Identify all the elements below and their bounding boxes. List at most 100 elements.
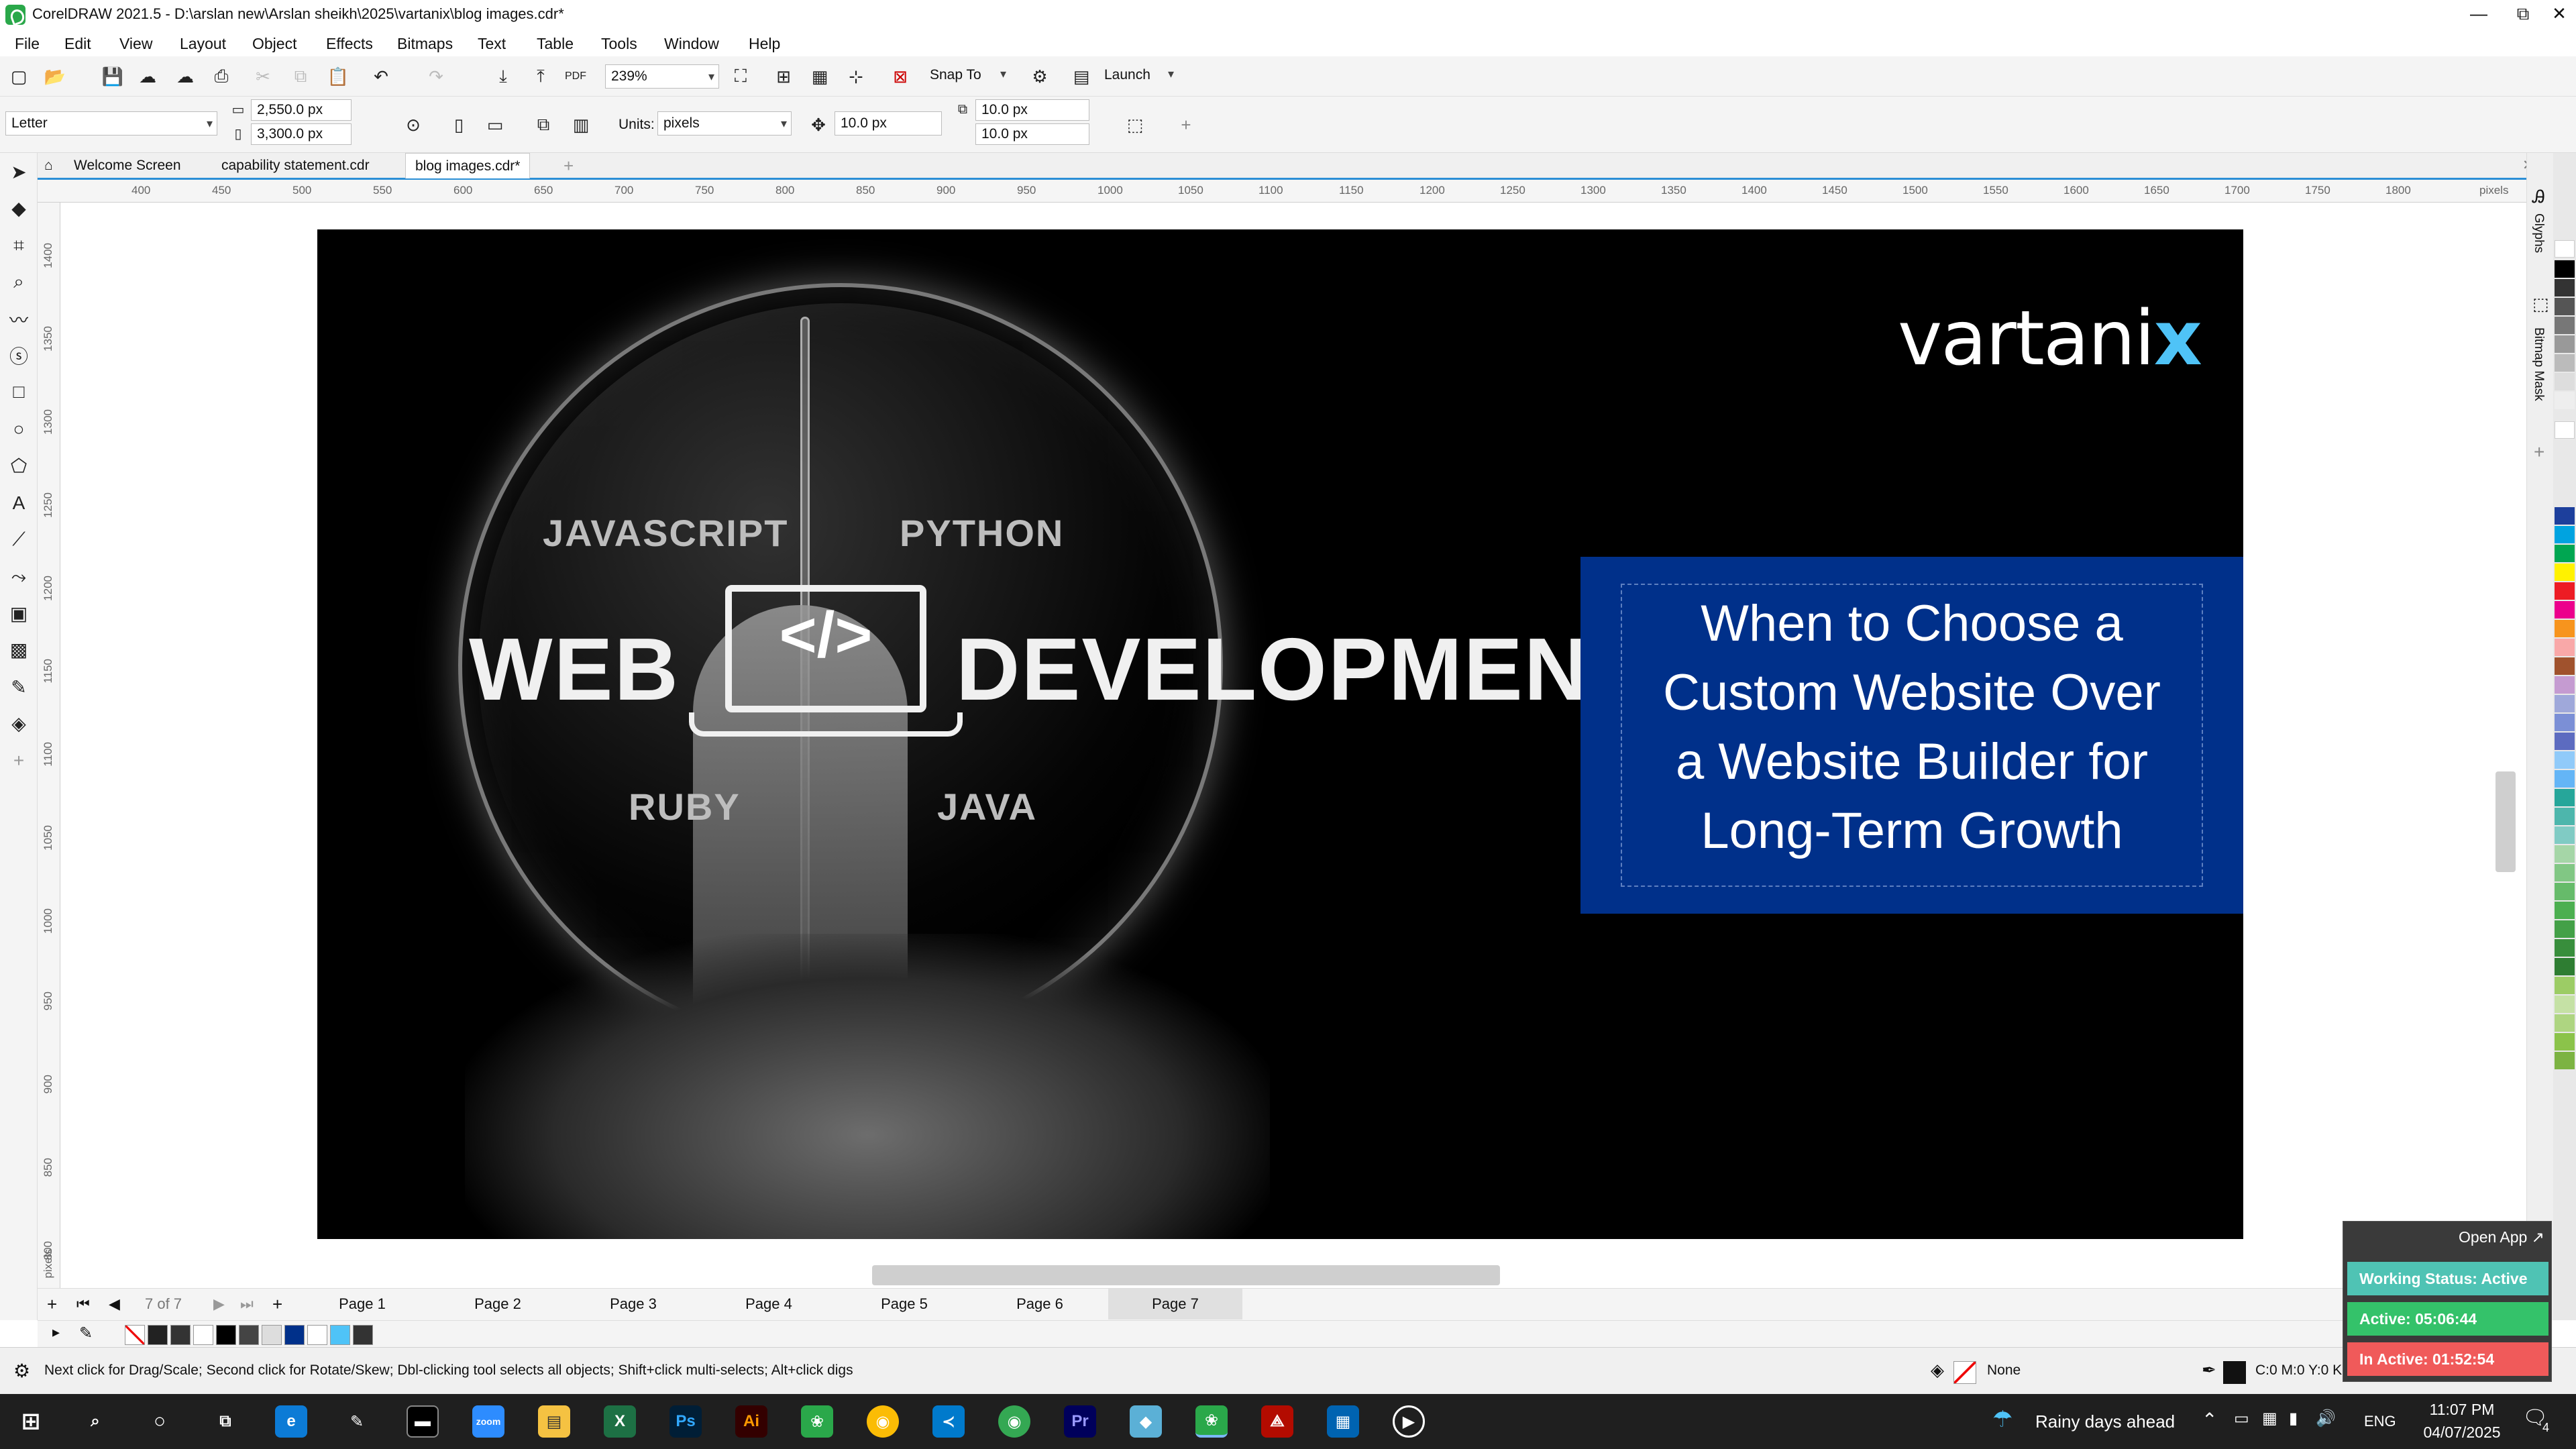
network-icon[interactable]: ▦ — [2262, 1409, 2277, 1428]
swatch[interactable] — [2555, 996, 2575, 1013]
page-tab-2[interactable]: Page 2 — [431, 1289, 565, 1320]
swatch[interactable] — [2555, 977, 2575, 994]
fill-swatch[interactable] — [1953, 1361, 1976, 1384]
next-page-icon[interactable]: ▶ — [213, 1295, 225, 1313]
tab-capability-statement[interactable]: capability statement.cdr — [212, 153, 379, 178]
blog-image-artboard[interactable]: JAVASCRIPT PYTHON WEB DEVELOPMENT RUBY J… — [317, 229, 2243, 1239]
swatch[interactable] — [2555, 1014, 2575, 1032]
portrait-icon[interactable]: ▯ — [445, 111, 472, 138]
drawing-canvas[interactable]: JAVASCRIPT PYTHON WEB DEVELOPMENT RUBY J… — [60, 203, 2526, 1289]
snap-to-dropdown[interactable]: Snap To — [930, 67, 1010, 83]
add-page-after-icon[interactable]: + — [272, 1294, 282, 1315]
terminal-icon[interactable]: ▬ — [407, 1405, 439, 1438]
excel-icon[interactable]: X — [604, 1405, 636, 1438]
page-tab-5[interactable]: Page 5 — [837, 1289, 971, 1320]
chrome-profile-icon[interactable]: ◉ — [998, 1405, 1030, 1438]
swatch[interactable] — [2555, 864, 2575, 881]
swatch[interactable] — [330, 1325, 350, 1345]
clock-time[interactable]: 11:07 PM — [2422, 1401, 2502, 1419]
headline-box[interactable]: When to Choose a Custom Website Over a W… — [1580, 557, 2243, 914]
cloud-open-icon[interactable]: ☁ — [134, 63, 161, 90]
transparency-tool-icon[interactable]: ▩ — [5, 636, 32, 663]
add-docker-icon[interactable]: + — [2534, 441, 2544, 463]
swatch[interactable] — [2555, 826, 2575, 844]
swatch[interactable] — [2555, 354, 2575, 372]
cortana-icon[interactable]: ○ — [144, 1405, 176, 1438]
freehand-tool-icon[interactable]: 〰 — [5, 306, 32, 333]
swatch[interactable] — [193, 1325, 213, 1345]
swatch[interactable] — [2555, 317, 2575, 334]
pick-tool-icon[interactable]: ➤ — [5, 158, 32, 185]
swatch-white[interactable] — [2555, 421, 2575, 439]
menu-object[interactable]: Object — [252, 31, 297, 57]
menu-text[interactable]: Text — [478, 31, 506, 57]
open-app-button[interactable]: Open App ↗ — [2459, 1228, 2544, 1246]
acrobat-icon[interactable]: ⟁ — [1261, 1405, 1293, 1438]
text-tool-icon[interactable]: A — [5, 490, 32, 517]
app-diamond-icon[interactable]: ◆ — [1130, 1405, 1162, 1438]
eyedropper-icon[interactable]: ✎ — [5, 674, 32, 700]
show-grid-icon[interactable]: ▦ — [806, 63, 833, 90]
swatch[interactable] — [2555, 695, 2575, 712]
outline-pen-icon[interactable]: ✒ — [2202, 1360, 2216, 1381]
weather-umbrella-icon[interactable]: ☂ — [1992, 1406, 2012, 1433]
premiere-icon[interactable]: Pr — [1064, 1405, 1096, 1438]
swatch[interactable] — [2555, 714, 2575, 731]
menu-layout[interactable]: Layout — [180, 31, 226, 57]
drop-shadow-icon[interactable]: ▣ — [5, 600, 32, 627]
menu-help[interactable]: Help — [749, 31, 780, 57]
file-explorer-icon[interactable]: ▤ — [538, 1405, 570, 1438]
swatch[interactable] — [170, 1325, 191, 1345]
options-gear-icon[interactable]: ⚙ — [1026, 63, 1053, 90]
windows-start-icon[interactable]: ⊞ — [15, 1405, 47, 1438]
swatch[interactable] — [2555, 770, 2575, 788]
swatch[interactable] — [2555, 564, 2575, 581]
units-dropdown[interactable]: pixels — [657, 111, 792, 136]
shape-tool-icon[interactable]: ◆ — [5, 195, 32, 221]
swatch[interactable] — [2555, 526, 2575, 543]
horizontal-ruler[interactable]: 400 450 500 550 600 650 700 750 800 850 900 950 1000… — [38, 180, 2526, 203]
zoom-level-field[interactable]: 239% — [605, 64, 719, 89]
swatch[interactable] — [2555, 545, 2575, 562]
swatch[interactable] — [216, 1325, 236, 1345]
vscode-icon[interactable]: ≺ — [932, 1405, 965, 1438]
swatch[interactable] — [262, 1325, 282, 1345]
import-icon[interactable]: ⤓ — [490, 63, 517, 90]
undo-icon[interactable]: ↶ — [368, 63, 394, 90]
swatch[interactable] — [2555, 1052, 2575, 1069]
swatch[interactable] — [307, 1325, 327, 1345]
launch-app-icon[interactable]: ▤ — [1068, 63, 1095, 90]
parallel-dimension-icon[interactable]: ⟋ — [5, 526, 32, 553]
cloud-upload-icon[interactable]: ☁ — [172, 63, 199, 90]
ellipse-tool-icon[interactable]: ○ — [5, 416, 32, 443]
menu-effects[interactable]: Effects — [326, 31, 373, 57]
vertical-ruler[interactable]: 1400 1350 1300 1250 1200 1150 1100 1050 1000 950 9… — [38, 203, 60, 1289]
headline-text[interactable]: When to Choose a Custom Website Over a W… — [1621, 589, 2203, 865]
swatch[interactable] — [2555, 751, 2575, 769]
bitmap-mask-icon[interactable]: ⬚ — [2532, 294, 2549, 315]
glyphs-docker-icon[interactable]: Ꭿ — [2532, 186, 2545, 208]
tab-blog-images[interactable]: blog images.cdr* — [405, 153, 531, 178]
chrome-icon[interactable]: ◉ — [867, 1405, 899, 1438]
palette-eyedropper-icon[interactable]: ✎ — [79, 1324, 93, 1343]
swatch[interactable] — [2555, 958, 2575, 975]
swatch[interactable] — [2555, 279, 2575, 297]
bitmap-mask-tab[interactable]: Bitmap Mask — [2531, 327, 2546, 401]
minimize-button[interactable]: — — [2455, 0, 2502, 30]
photoshop-icon[interactable]: Ps — [669, 1405, 702, 1438]
swatch[interactable] — [2555, 657, 2575, 675]
swatch[interactable] — [2555, 808, 2575, 825]
snap-off-icon[interactable]: ⊠ — [887, 63, 914, 90]
swatch[interactable] — [2555, 601, 2575, 619]
coreldraw-icon[interactable]: ❀ — [801, 1405, 833, 1438]
rectangle-tool-icon[interactable]: □ — [5, 378, 32, 405]
glyphs-docker-tab[interactable]: Glyphs — [2531, 213, 2546, 253]
palette-expand-icon[interactable]: ▸ — [52, 1324, 60, 1341]
show-rulers-icon[interactable]: ⊞ — [770, 63, 797, 90]
add-tool-icon[interactable]: + — [5, 747, 32, 774]
crop-tool-icon[interactable]: ⌗ — [5, 232, 32, 259]
menu-file[interactable]: File — [15, 31, 40, 57]
fill-bucket-icon[interactable]: ◈ — [1931, 1360, 1944, 1381]
task-view-icon[interactable]: ⧉ — [209, 1405, 241, 1438]
swatch[interactable] — [2555, 335, 2575, 353]
